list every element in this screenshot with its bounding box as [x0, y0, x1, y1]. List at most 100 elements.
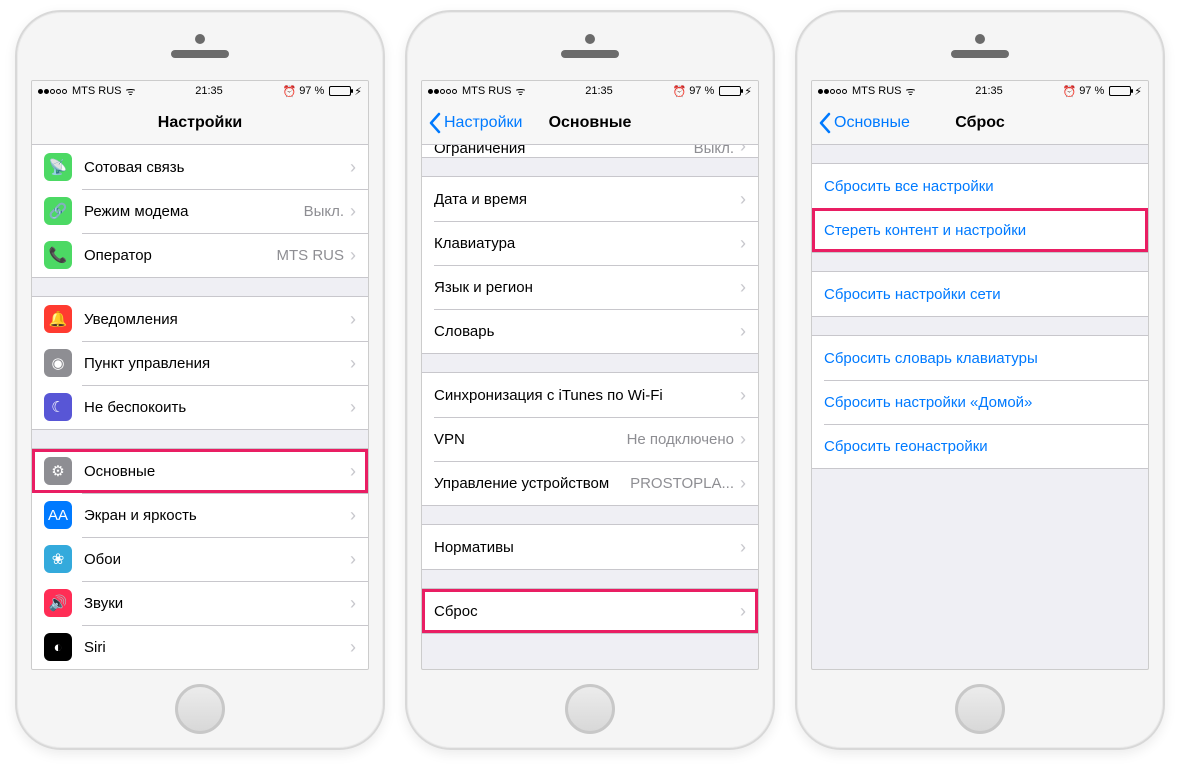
nav-bar: Настройки — [32, 101, 368, 145]
clock-label: 21:35 — [585, 85, 613, 97]
list-row[interactable]: Язык и регион› — [422, 265, 758, 309]
list-row[interactable]: 🔊Звуки› — [32, 581, 368, 625]
chevron-right-icon: › — [350, 397, 356, 418]
row-label: Управление устройством — [434, 475, 630, 492]
back-label: Настройки — [444, 114, 522, 132]
page-title: Сброс — [955, 114, 1004, 132]
row-label: Обои — [84, 551, 350, 568]
status-bar: MTS RUS ᯤ 21:35 ⏰ 97 % ⚡︎ — [422, 81, 758, 101]
chevron-right-icon: › — [350, 593, 356, 614]
chevron-left-icon — [818, 112, 831, 134]
page-title: Настройки — [158, 114, 242, 132]
list-row[interactable]: Словарь› — [422, 309, 758, 353]
screen-1: MTS RUS ᯤ 21:35 ⏰ 97 % ⚡︎ Настройки 📡 Сот… — [31, 80, 369, 670]
list-row[interactable]: 📡 Сотовая связь› — [32, 145, 368, 189]
row-value: Не подключено — [627, 431, 734, 448]
chevron-right-icon: › — [740, 473, 746, 494]
camera-dot — [585, 34, 595, 44]
chevron-left-icon — [428, 112, 441, 134]
row-value: Выкл. — [304, 203, 344, 220]
phone-frame-1: MTS RUS ᯤ 21:35 ⏰ 97 % ⚡︎ Настройки 📡 Сот… — [15, 10, 385, 750]
row-label: Сброс — [434, 603, 740, 620]
row-label: Сбросить словарь клавиатуры — [824, 350, 1136, 367]
back-button[interactable]: Настройки — [428, 101, 522, 144]
row-label: Сбросить геонастройки — [824, 438, 1136, 455]
row-label: Язык и регион — [434, 279, 740, 296]
gear-icon: ⚙ — [44, 457, 72, 485]
reset-list[interactable]: Сбросить все настройки Стереть контент и … — [812, 145, 1148, 669]
charging-icon: ⚡︎ — [744, 85, 752, 98]
status-bar: MTS RUS ᯤ 21:35 ⏰ 97 % ⚡︎ — [32, 81, 368, 101]
row-label: Клавиатура — [434, 235, 740, 252]
row-label: Синхронизация с iTunes по Wi-Fi — [434, 387, 740, 404]
wifi-icon: ᯤ — [906, 84, 916, 99]
settings-list[interactable]: 📡Сотовая связь›🔗Режим модемаВыкл.›📞Опера… — [32, 145, 368, 669]
home-button[interactable] — [955, 684, 1005, 734]
dnd-icon: ☾ — [44, 393, 72, 421]
row-label: Основные — [84, 463, 350, 480]
charging-icon: ⚡︎ — [1134, 85, 1142, 98]
speaker-slot — [171, 50, 229, 58]
list-row[interactable]: Нормативы› — [422, 525, 758, 569]
list-row[interactable]: VPNНе подключено› — [422, 417, 758, 461]
speaker-slot — [561, 50, 619, 58]
chevron-right-icon: › — [740, 189, 746, 210]
list-row[interactable]: Клавиатура› — [422, 221, 758, 265]
row-label: Ограничения — [434, 145, 694, 157]
chevron-right-icon: › — [740, 233, 746, 254]
battery-icon — [719, 86, 741, 96]
list-row[interactable]: Синхронизация с iTunes по Wi-Fi› — [422, 373, 758, 417]
wallpaper-icon: ❀ — [44, 545, 72, 573]
list-row[interactable]: ❀Обои› — [32, 537, 368, 581]
list-row[interactable]: Сбросить все настройки — [812, 164, 1148, 208]
list-row[interactable]: Сбросить настройки сети — [812, 272, 1148, 316]
chevron-right-icon: › — [740, 537, 746, 558]
battery-pct-label: 97 % — [689, 85, 714, 97]
row-label: Словарь — [434, 323, 740, 340]
wifi-icon: ᯤ — [516, 84, 526, 99]
alarm-icon: ⏰ — [1062, 85, 1076, 98]
antenna-icon: 📡 — [44, 153, 72, 181]
camera-dot — [195, 34, 205, 44]
chevron-right-icon: › — [350, 157, 356, 178]
signal-dots-icon — [38, 85, 68, 97]
charging-icon: ⚡︎ — [354, 85, 362, 98]
list-row[interactable]: Управление устройствомPROSTOPLA...› — [422, 461, 758, 505]
back-button[interactable]: Основные — [818, 101, 910, 144]
general-list[interactable]: ОграниченияВыкл.›Дата и время›Клавиатура… — [422, 145, 758, 669]
row-label: Сбросить все настройки — [824, 178, 1136, 195]
row-label: Оператор — [84, 247, 277, 264]
list-row[interactable]: ◉Пункт управления› — [32, 341, 368, 385]
list-row[interactable]: Стереть контент и настройки — [812, 208, 1148, 252]
row-label: Сотовая связь — [84, 159, 350, 176]
list-row[interactable]: 🔗Режим модемаВыкл.› — [32, 189, 368, 233]
wifi-icon: ᯤ — [126, 84, 136, 99]
list-row[interactable]: 🔔Уведомления› — [32, 297, 368, 341]
back-label: Основные — [834, 114, 910, 132]
list-row[interactable]: ☾Не беспокоить› — [32, 385, 368, 429]
notification-icon: 🔔 — [44, 305, 72, 333]
list-row[interactable]: ⚙Основные› — [32, 449, 368, 493]
list-row[interactable]: Сбросить настройки «Домой» — [812, 380, 1148, 424]
row-label: Уведомления — [84, 311, 350, 328]
signal-dots-icon — [428, 85, 458, 97]
speaker-slot — [951, 50, 1009, 58]
home-button[interactable] — [175, 684, 225, 734]
list-row[interactable]: ◐Siri› — [32, 625, 368, 669]
camera-dot — [975, 34, 985, 44]
list-row[interactable]: 📞ОператорMTS RUS› — [32, 233, 368, 277]
home-button[interactable] — [565, 684, 615, 734]
list-row[interactable]: AAЭкран и яркость› — [32, 493, 368, 537]
list-row[interactable]: Сброс› — [422, 589, 758, 633]
chevron-right-icon: › — [350, 245, 356, 266]
list-row[interactable]: Сбросить словарь клавиатуры — [812, 336, 1148, 380]
list-row[interactable]: ОграниченияВыкл.› — [422, 145, 758, 157]
screen-3: MTS RUS ᯤ 21:35 ⏰ 97 % ⚡︎ Основные Сброс… — [811, 80, 1149, 670]
list-row[interactable]: Сбросить геонастройки — [812, 424, 1148, 468]
row-label: Нормативы — [434, 539, 740, 556]
battery-icon — [329, 86, 351, 96]
list-row[interactable]: Дата и время› — [422, 177, 758, 221]
status-bar: MTS RUS ᯤ 21:35 ⏰ 97 % ⚡︎ — [812, 81, 1148, 101]
alarm-icon: ⏰ — [282, 85, 296, 98]
row-label: Стереть контент и настройки — [824, 222, 1136, 239]
